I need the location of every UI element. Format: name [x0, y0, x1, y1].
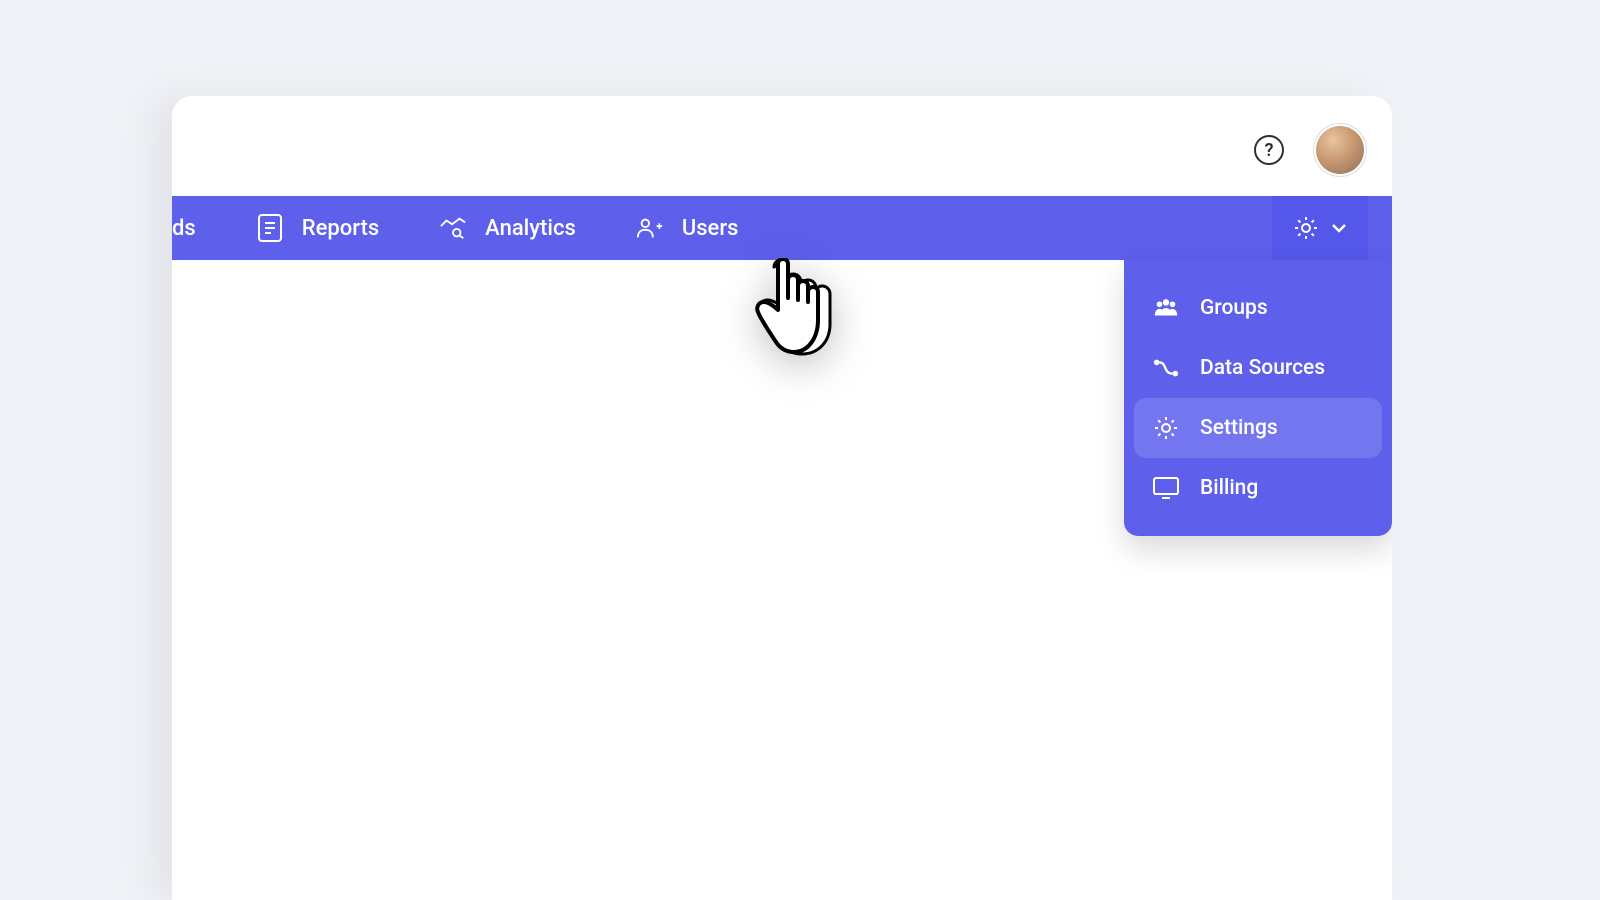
app-window: ? ds Reports	[172, 96, 1392, 900]
dropdown-item-label: Settings	[1200, 416, 1278, 440]
gear-icon	[1292, 214, 1320, 242]
nav-item-label: Users	[682, 216, 739, 241]
chevron-down-icon	[1330, 222, 1348, 234]
nav-item-analytics[interactable]: Analytics	[409, 196, 606, 260]
dropdown-item-label: Data Sources	[1200, 356, 1325, 380]
dropdown-item-label: Groups	[1200, 296, 1268, 320]
billing-icon	[1152, 474, 1180, 502]
settings-dropdown: Groups Data Sources	[1124, 260, 1392, 536]
help-button[interactable]: ?	[1254, 135, 1284, 165]
dropdown-item-groups[interactable]: Groups	[1134, 278, 1382, 338]
user-avatar[interactable]	[1316, 126, 1364, 174]
dropdown-item-billing[interactable]: Billing	[1134, 458, 1382, 518]
nav-item-dashboards[interactable]: ds	[172, 196, 226, 260]
groups-icon	[1152, 294, 1180, 322]
top-bar-actions: ?	[1254, 126, 1364, 174]
dropdown-item-label: Billing	[1200, 476, 1258, 500]
settings-menu-trigger[interactable]	[1272, 196, 1368, 260]
nav-item-label: Reports	[302, 216, 379, 241]
nav-item-users[interactable]: Users	[606, 196, 769, 260]
top-bar: ?	[172, 96, 1392, 196]
nav-item-reports[interactable]: Reports	[226, 196, 409, 260]
users-icon	[636, 214, 664, 242]
analytics-icon	[439, 214, 467, 242]
settings-icon	[1152, 414, 1180, 442]
nav-item-label: Analytics	[485, 216, 576, 241]
data-sources-icon	[1152, 354, 1180, 382]
nav-item-label: ds	[172, 216, 196, 241]
dropdown-item-data-sources[interactable]: Data Sources	[1134, 338, 1382, 398]
help-icon: ?	[1265, 140, 1274, 161]
dropdown-item-settings[interactable]: Settings	[1134, 398, 1382, 458]
reports-icon	[256, 214, 284, 242]
primary-nav: ds Reports Analytics	[172, 196, 1392, 260]
